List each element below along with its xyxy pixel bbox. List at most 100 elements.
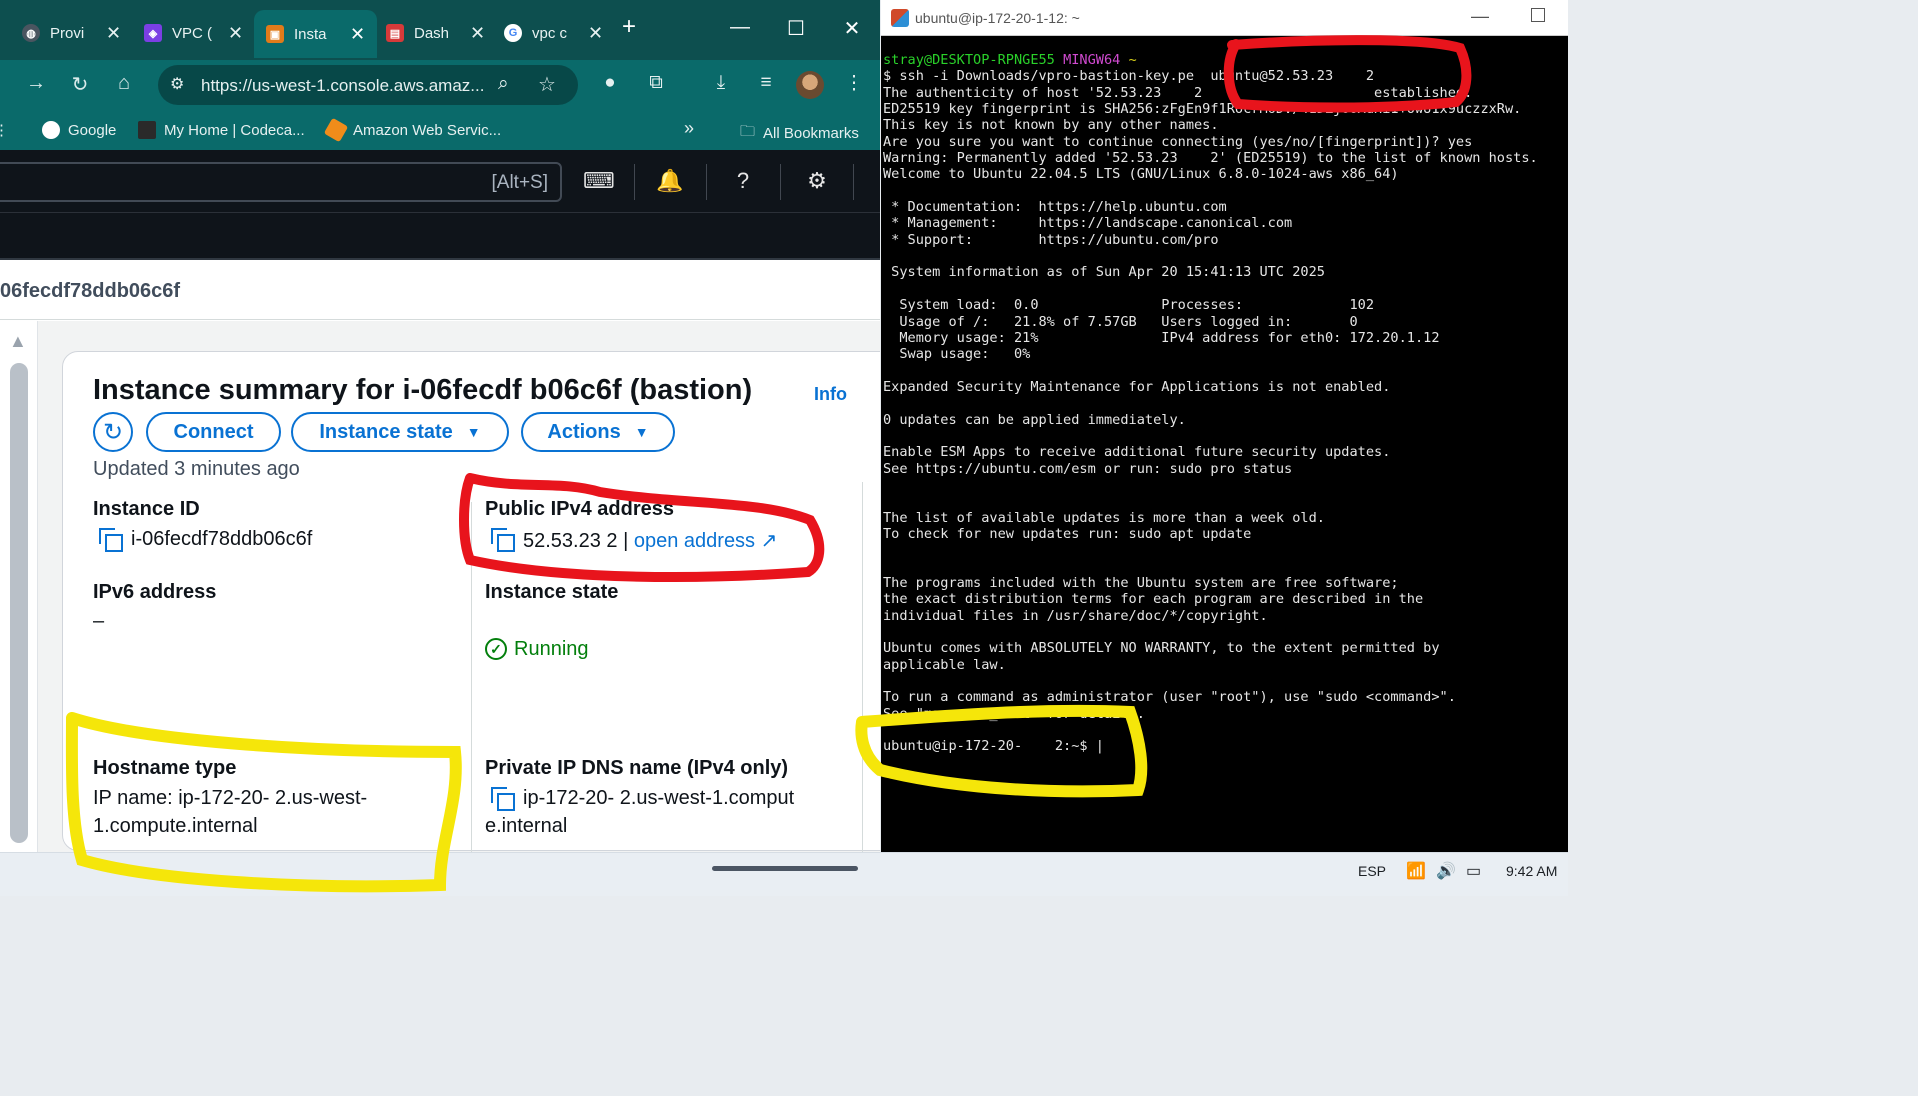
close-tab-icon[interactable]: ✕ — [106, 23, 121, 44]
copy-icon[interactable] — [99, 528, 123, 552]
open-address-link[interactable]: open address — [634, 530, 755, 552]
bell-icon[interactable]: 🔔 — [655, 168, 685, 194]
puzzle-icon[interactable]: ⧉ — [642, 72, 670, 94]
tab-provi[interactable]: ◍ Provi ✕ — [10, 12, 133, 54]
tab-strip: ◍ Provi ✕ ◈ VPC ( ✕ ▣ Insta ✕ ▤ Dash ✕ G — [0, 0, 880, 60]
codecademy-icon — [138, 121, 156, 139]
bookmark-codecademy[interactable]: My Home | Codeca... — [138, 121, 305, 139]
tab-vpc[interactable]: ◈ VPC ( ✕ — [132, 12, 255, 54]
nav-divider — [706, 164, 707, 200]
terminal-output[interactable]: stray@DESKTOP-RPNGE55 MINGW64 ~ $ ssh -i… — [883, 52, 1568, 755]
terminal-line: Enable ESM Apps to receive additional fu… — [883, 444, 1391, 461]
home-icon[interactable]: ⌂ — [110, 72, 138, 95]
terminal-line: See "man sudo_root" for details. — [883, 705, 1145, 722]
clock[interactable]: 9:42 AM — [1506, 863, 1557, 879]
zoom-icon[interactable]: ⌕ — [498, 73, 509, 95]
terminal-line: Are you sure you want to continue connec… — [883, 133, 1473, 150]
scrollbar-thumb[interactable] — [10, 363, 28, 843]
ipv6-label: IPv6 address — [93, 581, 217, 603]
copy-icon[interactable] — [491, 528, 515, 552]
git-bash-icon — [891, 9, 909, 27]
terminal-line: The programs included with the Ubuntu sy… — [883, 575, 1399, 591]
forward-icon[interactable]: → — [22, 72, 50, 95]
external-link-icon[interactable]: ↗ — [761, 530, 778, 552]
bookmarks-overflow-button[interactable]: » — [684, 118, 694, 139]
tab-instances[interactable]: ▣ Insta ✕ — [254, 10, 378, 58]
hostname-value-line2: 1.compute.internal — [93, 815, 258, 837]
help-icon[interactable]: ? — [728, 168, 758, 194]
refresh-button[interactable]: ↻ — [93, 412, 133, 452]
close-tab-icon[interactable]: ✕ — [350, 24, 365, 45]
new-tab-button[interactable]: + — [609, 13, 649, 41]
minimize-button[interactable]: — — [1471, 6, 1489, 27]
ipv6-value: – — [93, 610, 105, 632]
refresh-icon: ↻ — [102, 418, 124, 446]
wifi-icon[interactable]: 📶 — [1406, 861, 1426, 881]
close-tab-icon[interactable]: ✕ — [228, 23, 243, 44]
terminal-line: ubuntu@ip-172-20- 2:~$ | — [883, 738, 1104, 755]
scrollbar[interactable]: ▲ — [0, 321, 38, 852]
close-tab-icon[interactable]: ✕ — [470, 23, 485, 44]
language-indicator[interactable]: ESP — [1358, 863, 1386, 879]
gear-icon[interactable]: ⚙ — [802, 168, 832, 194]
close-tab-icon[interactable]: ✕ — [588, 23, 603, 44]
tab-dashboard[interactable]: ▤ Dash ✕ — [374, 12, 497, 54]
dashboard-icon: ▤ — [386, 24, 404, 42]
info-link[interactable]: Info — [814, 384, 847, 405]
aws-search-input[interactable]: [Alt+S] — [0, 162, 562, 202]
page-title: Instance summary for i-06fecdf b06c6f (b… — [93, 374, 753, 406]
address-bar[interactable]: ⚙ https://us-west-1.console.aws.amaz... … — [158, 65, 578, 105]
instance-summary-card: Instance summary for i-06fecdf b06c6f (b… — [62, 351, 880, 852]
apps-icon[interactable]: ⋮ — [0, 121, 9, 139]
browser-window: ◍ Provi ✕ ◈ VPC ( ✕ ▣ Insta ✕ ▤ Dash ✕ G — [0, 0, 880, 852]
bookmark-google[interactable]: Google — [42, 121, 116, 139]
terminal-titlebar: ubuntu@ip-172-20-1-12: ~ — — [881, 0, 1568, 36]
instance-state-label: Instance state — [485, 581, 619, 603]
site-info-icon[interactable]: ⚙ — [170, 74, 184, 94]
media-icon[interactable]: ≡ — [752, 72, 780, 94]
public-ipv4-label: Public IPv4 address — [485, 498, 674, 520]
url-text[interactable]: https://us-west-1.console.aws.amaz... — [201, 76, 484, 96]
tab-google-search[interactable]: G vpc c ✕ — [492, 12, 615, 54]
maximize-button[interactable]: ☐ — [776, 16, 816, 41]
reload-icon[interactable]: ↻ — [66, 72, 94, 97]
caret-down-icon: ▼ — [466, 424, 481, 440]
menu-icon[interactable]: ⋮ — [840, 72, 868, 95]
instance-id-value: i-06fecdf78ddb06c6f — [131, 528, 313, 550]
terminal-line: System load: 0.0 Processes: 102 — [883, 297, 1375, 314]
bookmark-star-icon[interactable]: ☆ — [538, 72, 556, 97]
terminal-line: * Support: https://ubuntu.com/pro — [883, 231, 1219, 248]
column-divider — [862, 482, 863, 852]
scroll-up-icon[interactable]: ▲ — [9, 331, 27, 352]
volume-icon[interactable]: 🔊 — [1436, 861, 1456, 881]
instance-state-button[interactable]: Instance state ▼ — [291, 412, 509, 452]
terminal-line: Swap usage: 0% — [883, 346, 1031, 363]
vpc-icon: ◈ — [144, 24, 162, 42]
terminal-line: Expanded Security Maintenance for Applic… — [883, 378, 1391, 395]
terminal-window[interactable]: ubuntu@ip-172-20-1-12: ~ — stray@DESKTOP… — [881, 0, 1568, 852]
copy-icon[interactable] — [491, 787, 515, 811]
terminal-line: This key is not known by any other names… — [883, 117, 1219, 134]
connect-button[interactable]: Connect — [146, 412, 281, 452]
avatar[interactable] — [796, 71, 824, 99]
private-dns-value-line2: e.internal — [485, 815, 568, 837]
nav-row-divider — [0, 212, 880, 213]
terminal-line: Memory usage: 21% IPv4 address for eth0:… — [883, 329, 1440, 346]
close-window-button[interactable]: ✕ — [832, 16, 872, 41]
all-bookmarks[interactable]: 🗀 All Bookmarks — [740, 121, 859, 146]
actions-button[interactable]: Actions ▼ — [521, 412, 675, 452]
minimize-button[interactable]: — — [720, 16, 760, 39]
maximize-button[interactable] — [1531, 8, 1545, 22]
terminal-title: ubuntu@ip-172-20-1-12: ~ — [915, 10, 1080, 26]
aws-icon — [323, 117, 349, 143]
cloudshell-icon[interactable]: ⌨ — [583, 168, 615, 194]
battery-icon[interactable]: ▭ — [1466, 861, 1481, 881]
taskbar-handle[interactable] — [712, 866, 858, 871]
extension-icon[interactable]: ● — [596, 72, 624, 94]
bookmark-aws[interactable]: Amazon Web Servic... — [323, 117, 501, 143]
download-icon[interactable]: ⤓ — [707, 72, 735, 94]
terminal-line: $ ssh -i Downloads/vpro-bastion-key.pe u… — [883, 68, 1375, 85]
